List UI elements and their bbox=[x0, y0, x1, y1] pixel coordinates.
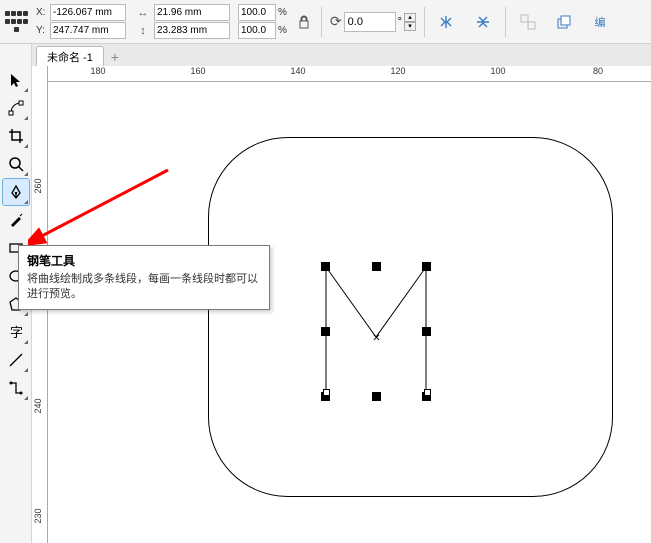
pen-tool[interactable] bbox=[2, 178, 30, 206]
path-node[interactable] bbox=[424, 389, 431, 396]
rotate-icon: ⟳ bbox=[330, 13, 342, 30]
rotation-unit: ° bbox=[398, 16, 402, 28]
shape-tool[interactable] bbox=[2, 94, 30, 122]
selection-handle[interactable] bbox=[372, 392, 381, 401]
scale-x-input[interactable] bbox=[238, 4, 276, 21]
text-tool[interactable]: 字 bbox=[2, 318, 30, 346]
lock-ratio-button[interactable] bbox=[295, 7, 313, 37]
x-label: X: bbox=[36, 7, 48, 18]
height-icon: ↕ bbox=[134, 25, 152, 37]
x-input[interactable] bbox=[50, 4, 126, 21]
edit-button[interactable]: 编 bbox=[586, 8, 614, 36]
width-icon: ↔ bbox=[134, 7, 152, 19]
rotation-input[interactable] bbox=[344, 12, 396, 32]
rotation-group: ⟳ ° ▴▾ bbox=[330, 12, 416, 32]
position-group: X: Y: bbox=[36, 4, 126, 39]
horizontal-ruler: 180 160 140 120 100 80 bbox=[48, 66, 651, 82]
tab-add-button[interactable]: + bbox=[106, 48, 124, 66]
selection-handle[interactable] bbox=[321, 262, 330, 271]
y-label: Y: bbox=[36, 25, 48, 36]
anchor-grid-icon[interactable] bbox=[4, 10, 28, 34]
height-input[interactable] bbox=[154, 22, 230, 39]
width-input[interactable] bbox=[154, 4, 230, 21]
y-input[interactable] bbox=[50, 22, 126, 39]
property-bar: X: Y: ↔ ↕ % % ⟳ ° ▴▾ bbox=[0, 0, 651, 44]
selection-handle[interactable] bbox=[422, 262, 431, 271]
selection-handle[interactable] bbox=[372, 262, 381, 271]
scale-group: % % bbox=[238, 4, 287, 39]
pick-tool[interactable] bbox=[2, 66, 30, 94]
separator bbox=[505, 7, 506, 37]
artistic-media-tool[interactable] bbox=[2, 206, 30, 234]
canvas[interactable]: ✕ bbox=[48, 82, 651, 543]
path-node[interactable] bbox=[323, 389, 330, 396]
crop-tool[interactable] bbox=[2, 122, 30, 150]
ungroup-button bbox=[514, 8, 542, 36]
connector-tool[interactable] bbox=[2, 374, 30, 402]
scale-y-input[interactable] bbox=[238, 22, 276, 39]
tool-tooltip: 钢笔工具 将曲线绘制成多条线段，每画一条线段时都可以进行预览。 bbox=[18, 245, 270, 310]
dimension-tool[interactable] bbox=[2, 346, 30, 374]
mirror-vertical-button[interactable] bbox=[469, 8, 497, 36]
document-tabs: 未命名 -1 + bbox=[32, 44, 651, 66]
rotation-spinner[interactable]: ▴▾ bbox=[404, 13, 416, 31]
size-group: ↔ ↕ bbox=[134, 4, 230, 39]
selection-handle[interactable] bbox=[422, 327, 431, 336]
mirror-horizontal-button[interactable] bbox=[433, 8, 461, 36]
tab-document[interactable]: 未命名 -1 bbox=[36, 46, 104, 66]
zoom-tool[interactable] bbox=[2, 150, 30, 178]
tooltip-title: 钢笔工具 bbox=[27, 252, 261, 269]
separator bbox=[424, 7, 425, 37]
svg-text:字: 字 bbox=[10, 325, 23, 340]
tooltip-body: 将曲线绘制成多条线段，每画一条线段时都可以进行预览。 bbox=[27, 272, 261, 303]
center-marker[interactable]: ✕ bbox=[372, 334, 381, 343]
annotation-arrow bbox=[28, 160, 178, 250]
to-front-button[interactable] bbox=[550, 8, 578, 36]
selection-handle[interactable] bbox=[321, 327, 330, 336]
separator bbox=[321, 7, 322, 37]
